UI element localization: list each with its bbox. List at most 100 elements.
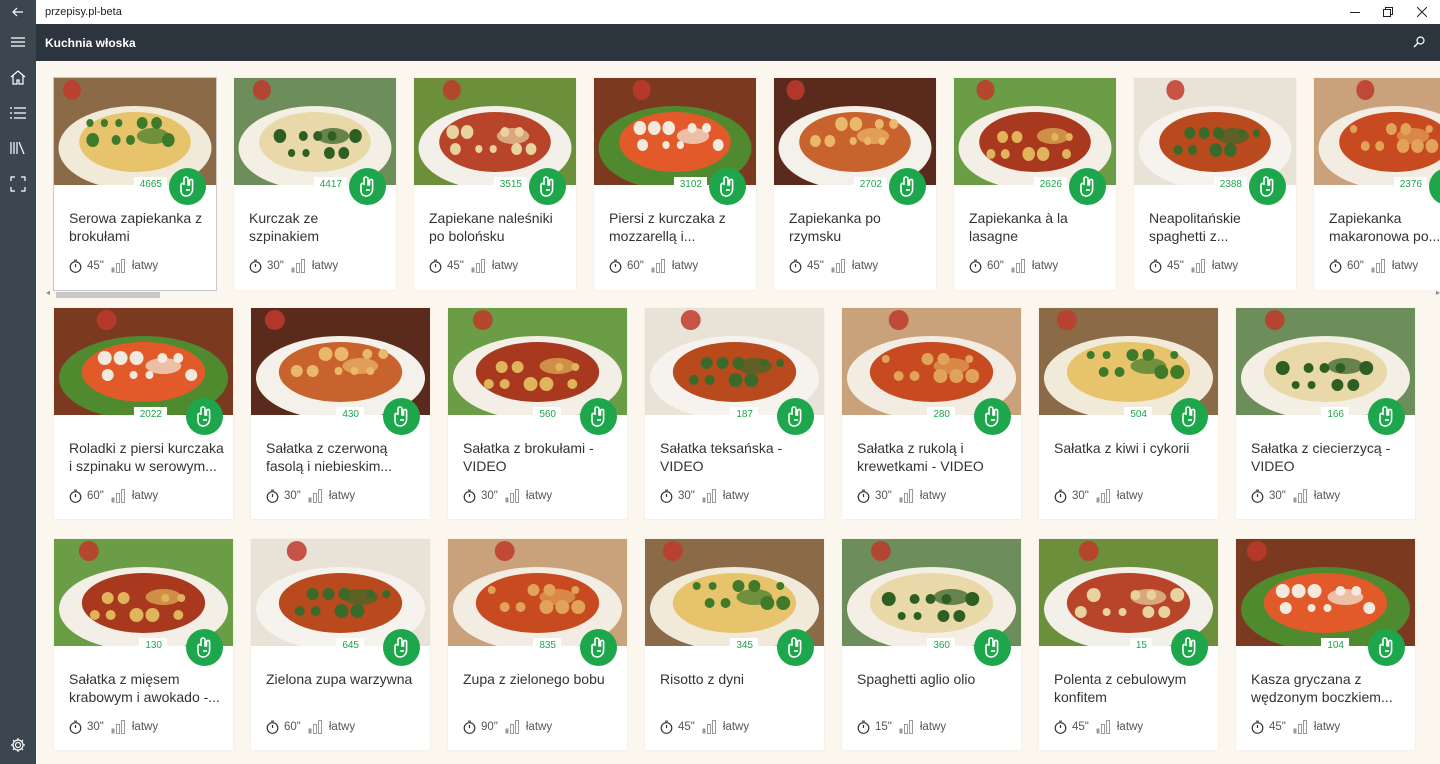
recipe-card[interactable]: 130 Sałatka z mięsem krabowym i awokado -… [54,539,233,750]
scan-icon[interactable] [0,168,36,200]
difficulty-label: łatwy [722,721,750,733]
chef-hand-icon[interactable] [580,398,617,435]
recipe-title: Zapiekanka makaronowa po... [1329,210,1440,244]
stopwatch-icon [266,720,279,734]
chef-hand-icon[interactable] [974,398,1011,435]
minimize-icon [1350,12,1360,13]
chef-hand-icon[interactable] [383,629,420,666]
gear-icon[interactable] [0,729,36,761]
difficulty-bars-icon [505,489,519,503]
difficulty-bars-icon [291,259,305,273]
likes-count: 645 [336,638,364,653]
recipe-meta: 30" łatwy [660,488,749,504]
recipe-card[interactable]: 3515 Zapiekane naleśniki po bolońsku 45" ła… [414,78,576,290]
library-icon[interactable] [0,132,36,164]
chef-hand-icon[interactable] [580,629,617,666]
difficulty-bars-icon [308,720,322,734]
list-icon[interactable] [0,97,36,129]
search-icon[interactable] [1412,35,1426,49]
stopwatch-icon [1054,489,1067,503]
home-icon[interactable] [0,61,36,93]
difficulty-bars-icon [111,259,125,273]
recipe-meta: 30" łatwy [69,719,158,735]
recipe-card[interactable]: 187 Sałatka teksańska - VIDEO 30" łatwy [645,308,824,519]
recipe-meta: 45" łatwy [1149,258,1238,274]
recipe-meta: 45" łatwy [429,258,518,274]
hamburger-menu-icon[interactable] [0,26,36,58]
recipe-card[interactable]: 2388 Neapolitańskie spaghetti z... 45" łatw… [1134,78,1296,290]
prep-time: 45" [87,260,104,272]
stopwatch-icon [69,489,82,503]
chef-hand-icon[interactable] [1171,398,1208,435]
recipe-card[interactable]: 4417 Kurczak ze szpinakiem 30" łatwy [234,78,396,290]
recipe-card[interactable]: 2022 Roladki z piersi kurczaka i szpinaku… [54,308,233,519]
prep-time: 15" [875,721,892,733]
minimize-button[interactable] [1338,0,1372,24]
recipe-card[interactable]: 166 Sałatka z ciecierzycą - VIDEO 30" łatwy [1236,308,1415,519]
chef-hand-icon[interactable] [777,629,814,666]
prep-time: 30" [87,721,104,733]
difficulty-label: łatwy [671,260,699,272]
chef-hand-icon[interactable] [529,168,566,205]
row1-scrollbar[interactable]: ◂ ▸ [46,288,1440,299]
recipe-card[interactable]: 430 Sałatka z czerwoną fasolą i niebieski… [251,308,430,519]
recipe-meta: 30" łatwy [1054,488,1143,504]
recipe-card[interactable]: 3102 Piersi z kurczaka z mozzarellą i... 6… [594,78,756,290]
recipe-card[interactable]: 4665 Serowa zapiekanka z brokułami 45" łatw… [53,77,217,291]
chef-hand-icon[interactable] [777,398,814,435]
likes-count: 345 [730,638,758,653]
prep-time: 60" [1347,260,1364,272]
recipe-title: Zapiekane naleśniki po bolońsku [429,210,553,244]
recipe-meta: 15" łatwy [857,719,946,735]
chef-hand-icon[interactable] [186,629,223,666]
chef-hand-icon[interactable] [1368,629,1405,666]
difficulty-bars-icon [702,720,716,734]
stopwatch-icon [1149,259,1162,273]
prep-time: 60" [627,260,644,272]
likes-count: 835 [533,638,561,653]
chef-hand-icon[interactable] [383,398,420,435]
likes-count: 104 [1321,638,1349,653]
recipe-card[interactable]: 645 Zielona zupa warzywna 60" łatwy [251,539,430,750]
close-button[interactable] [1405,0,1439,24]
chef-hand-icon[interactable] [1249,168,1286,205]
recipe-card[interactable]: 2702 Zapiekanka po rzymsku 45" łatwy [774,78,936,290]
recipe-card[interactable]: 835 Zupa z zielonego bobu 90" łatwy [448,539,627,750]
recipe-meta: 90" łatwy [463,719,552,735]
chef-hand-icon[interactable] [1069,168,1106,205]
prep-time: 60" [987,260,1004,272]
chef-hand-icon[interactable] [889,168,926,205]
chef-hand-icon[interactable] [709,168,746,205]
chef-hand-icon[interactable] [349,168,386,205]
chef-hand-icon[interactable] [1368,398,1405,435]
recipe-card[interactable]: 360 Spaghetti aglio olio 15" łatwy [842,539,1021,750]
recipe-meta: 60" łatwy [69,488,158,504]
scrollbar-thumb[interactable] [56,292,160,298]
recipe-card[interactable]: 345 Risotto z dyni 45" łatwy [645,539,824,750]
back-button[interactable] [0,0,36,24]
chef-hand-icon[interactable] [974,629,1011,666]
recipe-card[interactable]: 15 Polenta z cebulowym konfitem 45" łatwy [1039,539,1218,750]
scroll-left-arrow[interactable]: ◂ [46,288,50,297]
chef-hand-icon[interactable] [169,168,206,205]
maximize-button[interactable] [1371,0,1405,24]
stopwatch-icon [609,259,622,273]
recipe-card[interactable]: 504 Sałatka z kiwi i cykorii 30" łatwy [1039,308,1218,519]
chef-hand-icon[interactable] [1171,629,1208,666]
recipe-card[interactable]: 2376 Zapiekanka makaronowa po... 60" łatwy [1314,78,1440,290]
chef-hand-icon[interactable] [186,398,223,435]
likes-count: 504 [1124,407,1152,422]
prep-time: 30" [678,490,695,502]
recipe-card[interactable]: 2626 Zapiekanka à la lasagne 60" łatwy [954,78,1116,290]
prep-time: 45" [1269,721,1286,733]
likes-count: 2376 [1393,177,1427,192]
difficulty-bars-icon [1371,259,1385,273]
difficulty-bars-icon [111,720,125,734]
likes-count: 4665 [133,177,167,192]
stopwatch-icon [1251,720,1264,734]
recipe-card[interactable]: 280 Sałatka z rukolą i krewetkami - VIDEO… [842,308,1021,519]
recipe-card[interactable]: 104 Kasza gryczana z wędzonym boczkiem...… [1236,539,1415,750]
difficulty-bars-icon [1293,489,1307,503]
difficulty-label: łatwy [1313,721,1341,733]
recipe-card[interactable]: 560 Sałatka z brokułami - VIDEO 30" łatwy [448,308,627,519]
